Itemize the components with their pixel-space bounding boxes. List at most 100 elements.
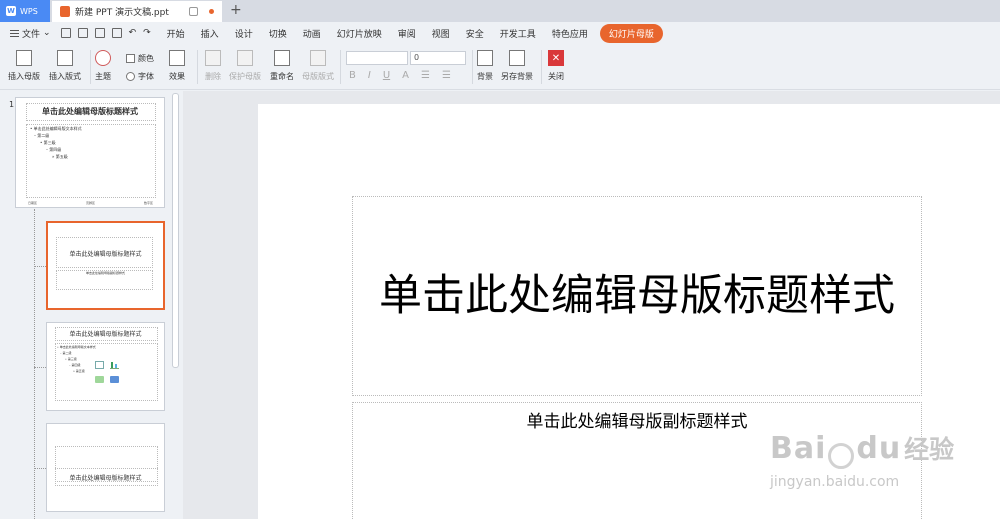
menu-bar: 文件 ⌄ ↶ ↷ 开始 插入 设计 切换 动画 幻灯片放映 审阅 视图 安全 开… bbox=[0, 22, 1000, 44]
unsaved-dot-icon bbox=[209, 9, 214, 14]
insert-layout-label: 插入版式 bbox=[49, 72, 81, 81]
redo-icon[interactable]: ↷ bbox=[143, 28, 151, 38]
rename-icon bbox=[274, 50, 290, 66]
save-background-button[interactable]: 另存背景 bbox=[501, 50, 533, 82]
ribbon-separator bbox=[541, 50, 542, 84]
menu-view[interactable]: 视图 bbox=[424, 27, 458, 40]
file-menu-label: 文件 bbox=[22, 29, 41, 40]
background-label: 背景 bbox=[477, 72, 493, 81]
menu-features[interactable]: 特色应用 bbox=[544, 27, 596, 40]
protect-master-button[interactable]: 保护母版 bbox=[229, 50, 261, 82]
bullets-icon[interactable]: ☰ bbox=[421, 70, 430, 81]
rename-button[interactable]: 重命名 bbox=[270, 50, 294, 82]
export-icon[interactable] bbox=[77, 28, 88, 38]
file-menu[interactable]: 文件 ⌄ bbox=[0, 27, 57, 40]
menu-start[interactable]: 开始 bbox=[159, 27, 193, 40]
delete-button[interactable]: 删除 bbox=[205, 50, 221, 82]
watermark-cn: 经验 bbox=[904, 435, 955, 464]
theme-button[interactable]: 主题 bbox=[95, 50, 111, 82]
text-format-row: B I U A ☰ ☰ bbox=[349, 70, 451, 81]
menu-design[interactable]: 设计 bbox=[227, 27, 261, 40]
menu-review[interactable]: 审阅 bbox=[390, 27, 424, 40]
thumb-title: 单击此处编辑母版标题样式 bbox=[69, 331, 142, 338]
table-icon bbox=[95, 361, 104, 369]
layout-thumbnail-title[interactable]: 单击此处编辑母版标题样式 单击此处编辑母版副标题样式 bbox=[46, 221, 165, 310]
insert-master-label: 插入母版 bbox=[8, 72, 40, 81]
menu-security[interactable]: 安全 bbox=[458, 27, 492, 40]
thumb-title: 单击此处编辑母版标题样式 bbox=[69, 251, 142, 258]
thumb-body-line: – 第四级 bbox=[69, 363, 81, 367]
watermark-brand2: du bbox=[856, 431, 902, 466]
thumb-body-line: • 单击此处编辑母版文本样式 bbox=[30, 126, 82, 131]
close-master-button[interactable]: ✕ 关闭 bbox=[548, 50, 564, 82]
master-layout-label: 母版版式 bbox=[302, 72, 334, 81]
slide-number: 1 bbox=[9, 100, 15, 109]
save-icon[interactable] bbox=[60, 28, 71, 38]
ribbon-toolbar: 插入母版 插入版式 主题 颜色 字体 效果 删除 保护母版 重命名 母版版式 0 bbox=[0, 44, 1000, 90]
insert-master-button[interactable]: 插入母版 bbox=[8, 50, 40, 82]
menu-animation[interactable]: 动画 bbox=[295, 27, 329, 40]
master-layout-icon bbox=[310, 50, 326, 66]
menu-slideshow[interactable]: 幻灯片放映 bbox=[329, 27, 390, 40]
font-color-icon[interactable]: A bbox=[402, 70, 409, 81]
master-thumbnail[interactable]: 单击此处编辑母版标题样式 • 单击此处编辑母版文本样式 – 第二级 • 第三级 … bbox=[15, 97, 165, 208]
thumb-body-line: – 第四级 bbox=[46, 147, 62, 152]
color-button[interactable]: 颜色 bbox=[126, 53, 154, 64]
thumb-body-line: • 单击此处编辑母版文本样式 bbox=[57, 345, 96, 349]
thumb-body-line: – 第二级 bbox=[60, 351, 72, 355]
new-tab-button[interactable]: + bbox=[230, 2, 242, 18]
numbering-icon[interactable]: ☰ bbox=[442, 70, 451, 81]
menu-developer[interactable]: 开发工具 bbox=[492, 27, 544, 40]
insert-layout-icon bbox=[57, 50, 73, 66]
ribbon-separator bbox=[340, 50, 341, 84]
background-icon bbox=[477, 50, 493, 66]
font-button[interactable]: 字体 bbox=[126, 71, 154, 82]
chevron-down-icon: ⌄ bbox=[43, 28, 51, 38]
effect-button[interactable]: 效果 bbox=[169, 50, 185, 82]
menu-slide-master[interactable]: 幻灯片母版 bbox=[599, 23, 663, 43]
paw-logo-icon bbox=[828, 442, 855, 469]
protect-master-icon bbox=[237, 50, 253, 66]
rename-label: 重命名 bbox=[270, 72, 294, 81]
menu-transition[interactable]: 切换 bbox=[261, 27, 295, 40]
title-placeholder[interactable]: 单击此处编辑母版标题样式 bbox=[352, 196, 922, 396]
close-label: 关闭 bbox=[548, 72, 564, 81]
watermark-brand: Bai bbox=[770, 431, 827, 466]
save-background-label: 另存背景 bbox=[501, 72, 533, 81]
thumb-footer-date: 日期区 bbox=[28, 201, 38, 205]
background-button[interactable]: 背景 bbox=[477, 50, 493, 82]
thumb-title: 单击此处编辑母版标题样式 bbox=[42, 107, 138, 116]
layout-thumbnail-content[interactable]: 单击此处编辑母版标题样式 • 单击此处编辑母版文本样式 – 第二级 • 第三级 … bbox=[46, 322, 165, 411]
bold-icon[interactable]: B bbox=[349, 70, 356, 81]
window-mode-icon[interactable] bbox=[189, 7, 198, 16]
theme-label: 主题 bbox=[95, 72, 111, 81]
tree-connector bbox=[34, 468, 46, 469]
chart-icon bbox=[110, 361, 119, 369]
underline-icon[interactable]: U bbox=[383, 70, 390, 81]
protect-master-label: 保护母版 bbox=[229, 72, 261, 81]
effect-label: 效果 bbox=[169, 72, 185, 81]
delete-icon bbox=[205, 50, 221, 66]
undo-icon[interactable]: ↶ bbox=[129, 28, 137, 38]
wps-home-tab[interactable]: W WPS bbox=[0, 0, 50, 22]
italic-icon[interactable]: I bbox=[368, 70, 371, 81]
thumb-subtitle: 单击此处编辑母版副标题样式 bbox=[85, 271, 126, 275]
font-icon bbox=[126, 72, 135, 81]
master-layout-button[interactable]: 母版版式 bbox=[302, 50, 334, 82]
tree-connector bbox=[34, 266, 46, 267]
menu-insert[interactable]: 插入 bbox=[193, 27, 227, 40]
preview-icon[interactable] bbox=[111, 28, 122, 38]
thumb-body-line: » 第五级 bbox=[52, 154, 68, 159]
insert-layout-button[interactable]: 插入版式 bbox=[49, 50, 81, 82]
thumbnail-scrollbar[interactable] bbox=[172, 93, 179, 368]
thumb-body-line: • 第三级 bbox=[40, 140, 56, 145]
font-family-select[interactable] bbox=[346, 51, 408, 65]
title-bar: W WPS 新建 PPT 演示文稿.ppt + bbox=[0, 0, 1000, 22]
font-size-select[interactable]: 0 bbox=[410, 51, 466, 65]
print-icon[interactable] bbox=[94, 28, 105, 38]
thumb-footer-text: 页脚区 bbox=[86, 201, 96, 205]
document-tab[interactable]: 新建 PPT 演示文稿.ppt bbox=[52, 1, 222, 22]
ribbon-separator bbox=[197, 50, 198, 84]
layout-thumbnail-section[interactable]: 单击此处编辑母版标题样式 bbox=[46, 423, 165, 512]
watermark-url: jingyan.baidu.com bbox=[770, 474, 900, 490]
